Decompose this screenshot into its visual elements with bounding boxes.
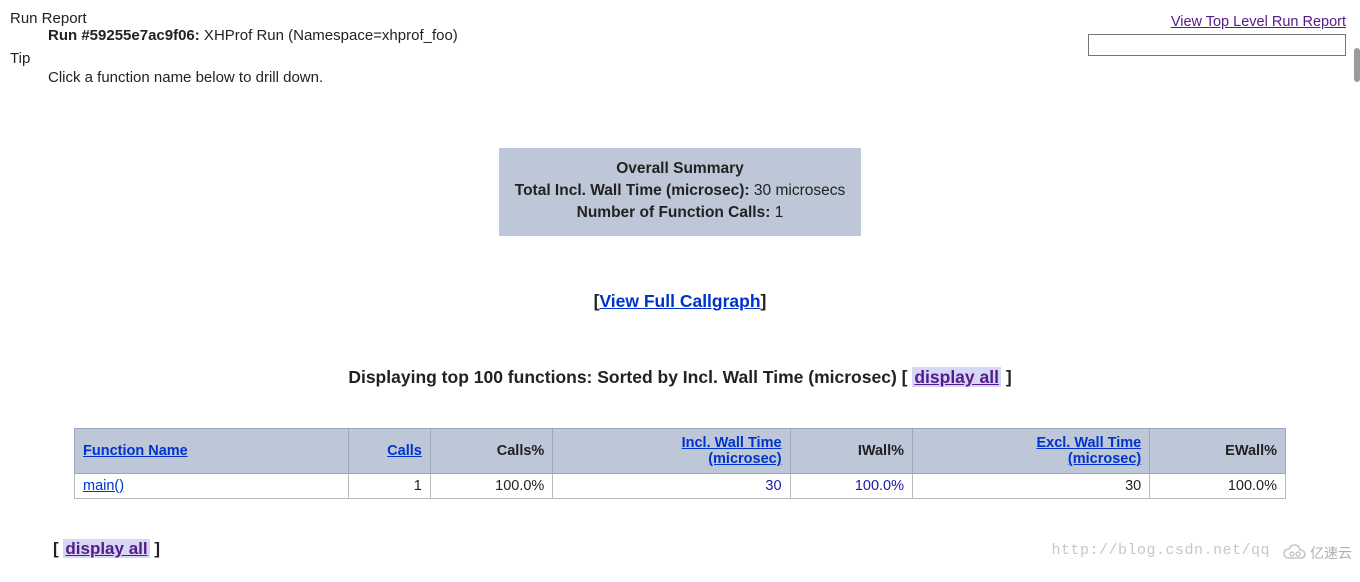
tip-body: Click a function name below to drill dow…	[48, 69, 1352, 86]
table-row: main() 1 100.0% 30 100.0% 30 100.0%	[75, 474, 1286, 499]
display-heading-text: Displaying top 100 functions: Sorted by …	[348, 367, 901, 387]
col-calls[interactable]: Calls	[348, 429, 430, 474]
logo-text: 亿速云	[1310, 543, 1352, 563]
col-iwall-pct: IWall%	[790, 429, 912, 474]
bracket-close: ]	[1001, 367, 1012, 387]
summary-row2-value: 1	[770, 204, 783, 221]
display-all-link[interactable]: display all	[912, 367, 1001, 387]
summary-row1-label: Total Incl. Wall Time (microsec):	[515, 182, 750, 199]
summary-row2-label: Number of Function Calls:	[577, 204, 771, 221]
col-function-name-link[interactable]: Function Name	[83, 443, 188, 459]
table-head: Function Name Calls Calls% Incl. Wall Ti…	[75, 429, 1286, 474]
cell-ewall-pct: 100.0%	[1150, 474, 1286, 499]
display-all-link-bottom[interactable]: display all	[63, 539, 149, 558]
cell-calls: 1	[348, 474, 430, 499]
view-callgraph-link[interactable]: View Full Callgraph	[599, 291, 760, 311]
col-iwt-link[interactable]: Incl. Wall Time(microsec)	[682, 435, 782, 467]
col-calls-pct: Calls%	[430, 429, 552, 474]
col-function-name[interactable]: Function Name	[75, 429, 349, 474]
watermark-text: http://blog.csdn.net/qq	[1051, 542, 1270, 559]
summary-row1-value: 30 microsecs	[750, 182, 846, 199]
cell-iwt: 30	[553, 474, 790, 499]
col-calls-link[interactable]: Calls	[387, 443, 422, 459]
top-right-panel: View Top Level Run Report	[1088, 14, 1346, 56]
col-ewt-link[interactable]: Excl. Wall Time(microsec)	[1036, 435, 1141, 467]
top-level-report-link[interactable]: View Top Level Run Report	[1171, 14, 1346, 30]
callgraph-line: [View Full Callgraph]	[8, 291, 1352, 312]
table-head-row: Function Name Calls Calls% Incl. Wall Ti…	[75, 429, 1286, 474]
table-body: main() 1 100.0% 30 100.0% 30 100.0%	[75, 474, 1286, 499]
col-iwt[interactable]: Incl. Wall Time(microsec)	[553, 429, 790, 474]
bracket-open: [	[902, 367, 913, 387]
cloud-icon	[1282, 544, 1308, 562]
cell-ewt: 30	[913, 474, 1150, 499]
bracket-close: ]	[761, 291, 767, 311]
summary-title: Overall Summary	[616, 160, 744, 177]
scrollbar-indicator	[1354, 48, 1360, 82]
cell-iwall-pct: 100.0%	[790, 474, 912, 499]
func-link-main[interactable]: main()	[83, 478, 124, 494]
search-input[interactable]	[1088, 34, 1346, 56]
overall-summary-wrap: Overall Summary Total Incl. Wall Time (m…	[8, 148, 1352, 236]
cell-calls-pct: 100.0%	[430, 474, 552, 499]
display-heading: Displaying top 100 functions: Sorted by …	[8, 367, 1352, 388]
overall-summary: Overall Summary Total Incl. Wall Time (m…	[499, 148, 861, 236]
logo-badge: 亿速云	[1282, 543, 1352, 563]
col-ewt[interactable]: Excl. Wall Time(microsec)	[913, 429, 1150, 474]
run-namespace: XHProf Run (Namespace=xhprof_foo)	[200, 27, 458, 44]
col-ewall-pct: EWall%	[1150, 429, 1286, 474]
function-table-wrap: Function Name Calls Calls% Incl. Wall Ti…	[74, 428, 1286, 499]
bracket-close: ]	[150, 539, 160, 558]
run-id-bold: Run #59255e7ac9f06:	[48, 27, 200, 44]
function-table: Function Name Calls Calls% Incl. Wall Ti…	[74, 428, 1286, 499]
cell-func: main()	[75, 474, 349, 499]
bracket-open: [	[53, 539, 63, 558]
